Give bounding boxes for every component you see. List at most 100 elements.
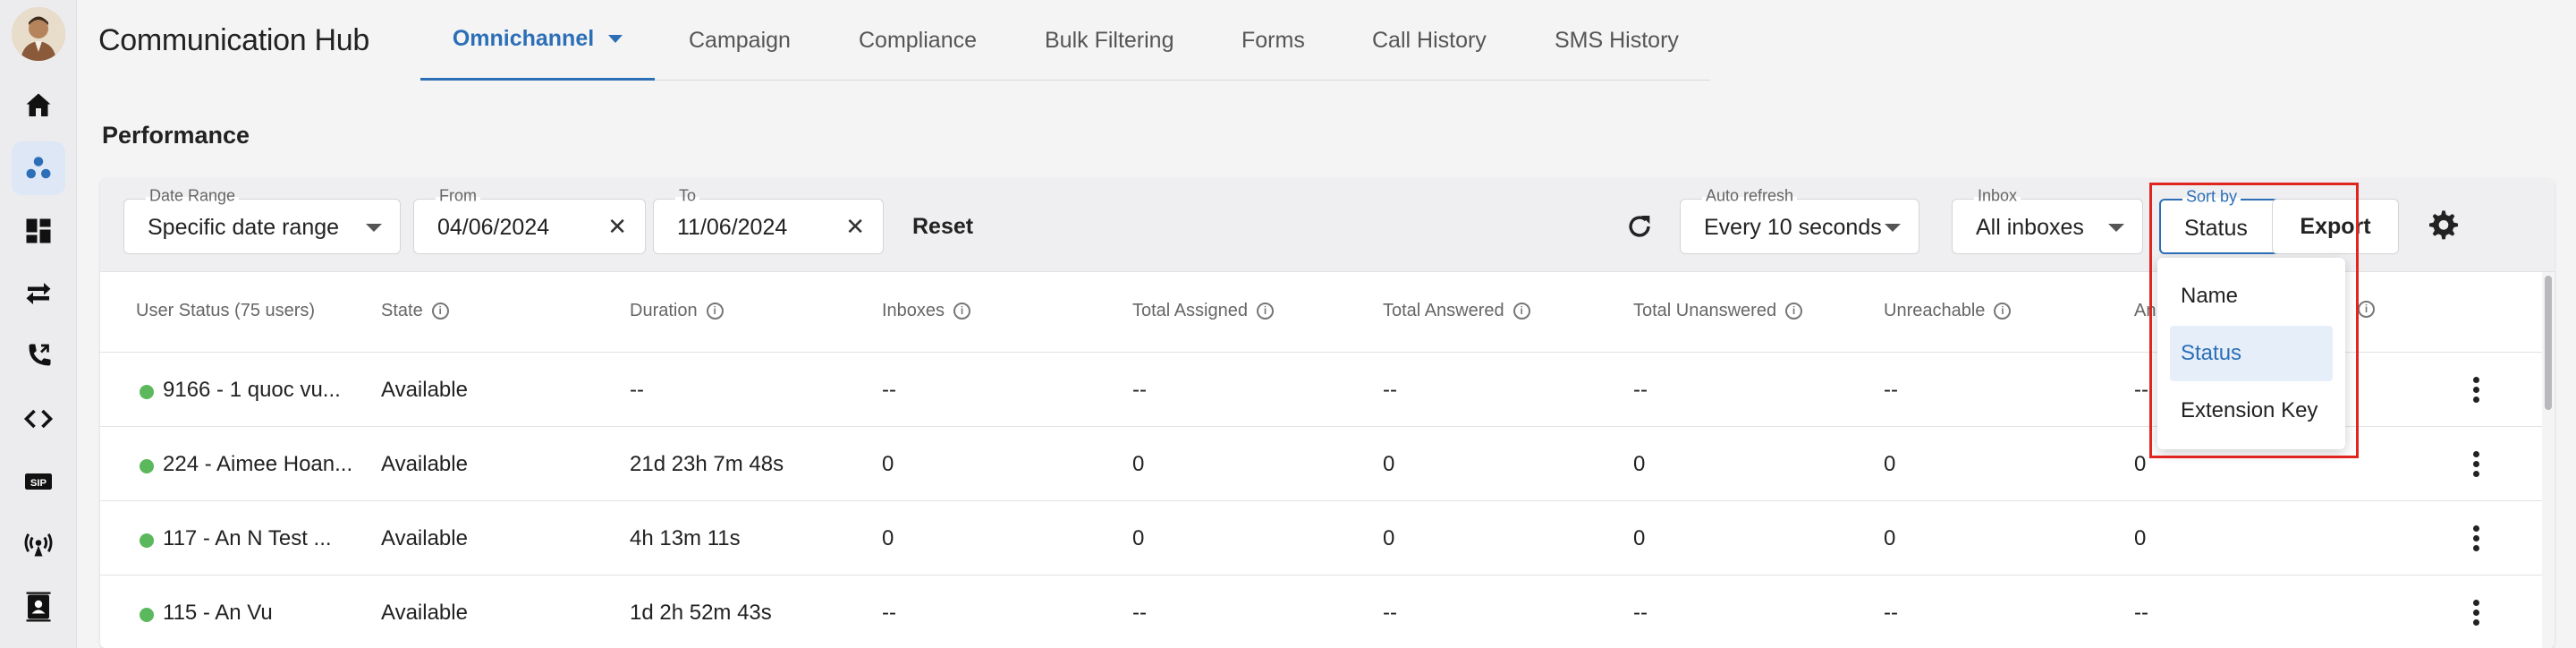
sort-option-extension-key[interactable]: Extension Key [2170, 383, 2333, 439]
code-icon[interactable] [12, 392, 65, 446]
inbox-select[interactable]: Inbox All inboxes [1952, 186, 2143, 254]
phone-forward-icon[interactable] [12, 329, 65, 383]
duration-cell: 21d 23h 7m 48s [630, 452, 784, 476]
broadcast-icon[interactable] [12, 517, 65, 571]
reset-button[interactable]: Reset [912, 214, 973, 240]
table-scrollbar[interactable] [2542, 272, 2555, 648]
more-options-icon[interactable] [2470, 374, 2481, 406]
clear-icon[interactable]: ✕ [845, 214, 865, 239]
info-icon[interactable]: i [2358, 301, 2375, 318]
unreachable-cell: 0 [1884, 526, 1896, 550]
more-options-icon[interactable] [2470, 597, 2481, 629]
sort-option-status[interactable]: Status [2170, 326, 2333, 381]
table-row[interactable]: 117 - An N Test ... Available 4h 13m 11s… [100, 501, 2542, 576]
answered-cell: -- [1383, 601, 1397, 625]
duration-cell: 4h 13m 11s [630, 526, 741, 550]
field-value: All inboxes [1976, 215, 2084, 240]
column-header-label: State [381, 301, 423, 320]
table-row[interactable]: 115 - An Vu Available 1d 2h 52m 43s -- -… [100, 576, 2542, 648]
sort-option-name[interactable]: Name [2170, 269, 2333, 324]
column-header[interactable]: Inboxes i [882, 301, 971, 321]
column-header[interactable]: Unreachable i [1884, 301, 2012, 321]
svg-text:SIP: SIP [30, 478, 47, 489]
transfer-icon[interactable] [12, 267, 65, 320]
assigned-cell: -- [1132, 601, 1147, 625]
an-cell: 0 [2134, 452, 2147, 476]
answered-cell: -- [1383, 378, 1397, 402]
more-options-icon[interactable] [2470, 448, 2481, 481]
user-cell: 115 - An Vu [163, 601, 273, 625]
chevron-down-icon [2108, 224, 2124, 232]
dashboard-icon[interactable] [12, 204, 65, 258]
tab-omnichannel[interactable]: Omnichannel [420, 0, 655, 81]
tab-forms[interactable]: Forms [1241, 0, 1305, 81]
field-value: 11/06/2024 [677, 215, 788, 240]
from-date-field[interactable]: From 04/06/2024 ✕ [413, 186, 646, 254]
duration-cell: -- [630, 378, 644, 402]
field-label: To [675, 186, 700, 206]
info-icon[interactable]: i [1994, 303, 2012, 320]
date-range-select[interactable]: Date Range Specific date range [123, 186, 401, 254]
info-icon[interactable]: i [1513, 303, 1530, 320]
sip-icon[interactable]: SIP [12, 455, 65, 508]
column-header[interactable]: State i [381, 301, 449, 321]
to-date-field[interactable]: To 11/06/2024 ✕ [653, 186, 884, 254]
field-value: Every 10 seconds [1704, 215, 1882, 240]
status-dot [140, 385, 154, 399]
refresh-icon[interactable] [1624, 211, 1655, 242]
export-button[interactable]: Export [2272, 199, 2399, 254]
home-icon[interactable] [12, 79, 65, 132]
field-label: Inbox [1974, 186, 2021, 206]
inboxes-cell: 0 [882, 452, 894, 476]
clear-icon[interactable]: ✕ [607, 214, 627, 239]
assigned-cell: 0 [1132, 526, 1145, 550]
info-icon[interactable]: i [706, 303, 724, 320]
user-avatar[interactable] [12, 7, 65, 61]
field-label: From [436, 186, 480, 206]
info-icon[interactable]: i [953, 303, 971, 320]
tab-bulk-filtering[interactable]: Bulk Filtering [1045, 0, 1174, 81]
column-header[interactable]: Total Assigned i [1132, 301, 1274, 321]
column-header-label: Inboxes [882, 301, 945, 320]
column-header-label: Total Assigned [1132, 301, 1248, 320]
sort-by-menu: Name Status Extension Key [2157, 258, 2345, 449]
column-header[interactable]: Total Unanswered i [1633, 301, 1803, 321]
unanswered-cell: -- [1633, 601, 1648, 625]
info-icon[interactable]: i [431, 303, 449, 320]
field-label: Date Range [146, 186, 240, 206]
status-dot [140, 533, 154, 548]
user-cell: 224 - Aimee Hoan... [163, 452, 353, 476]
auto-refresh-select[interactable]: Auto refresh Every 10 seconds [1680, 186, 1919, 254]
state-cell: Available [381, 526, 468, 550]
sidebar: SIP [0, 0, 77, 648]
tab-sms-history[interactable]: SMS History [1555, 0, 1679, 81]
column-header[interactable]: Total Answered i [1383, 301, 1530, 321]
column-header[interactable]: An [2134, 301, 2156, 321]
contacts-icon[interactable] [12, 580, 65, 634]
gear-icon[interactable] [2426, 208, 2462, 243]
unanswered-cell: 0 [1633, 452, 1646, 476]
field-value: Specific date range [148, 215, 340, 240]
duration-cell: 1d 2h 52m 43s [630, 601, 772, 625]
column-header: i [2349, 301, 2375, 318]
scroll-thumb[interactable] [2545, 276, 2552, 410]
column-header[interactable]: User Status (75 users) [136, 301, 315, 321]
omnichannel-icon[interactable] [12, 141, 65, 195]
info-icon[interactable]: i [1785, 303, 1803, 320]
inboxes-cell: 0 [882, 526, 894, 550]
column-header[interactable]: Duration i [630, 301, 724, 321]
app-title: Communication Hub [98, 23, 369, 57]
tab-call-history[interactable]: Call History [1372, 0, 1487, 81]
an-cell: -- [2134, 378, 2148, 402]
an-cell: 0 [2134, 526, 2147, 550]
state-cell: Available [381, 601, 468, 625]
unanswered-cell: -- [1633, 378, 1648, 402]
more-options-icon[interactable] [2470, 523, 2481, 555]
info-icon[interactable]: i [1256, 303, 1274, 320]
inboxes-cell: -- [882, 601, 896, 625]
tab-campaign[interactable]: Campaign [689, 0, 791, 81]
an-cell: -- [2134, 601, 2148, 625]
tab-compliance[interactable]: Compliance [859, 0, 977, 81]
user-cell: 117 - An N Test ... [163, 526, 332, 550]
state-cell: Available [381, 452, 468, 476]
